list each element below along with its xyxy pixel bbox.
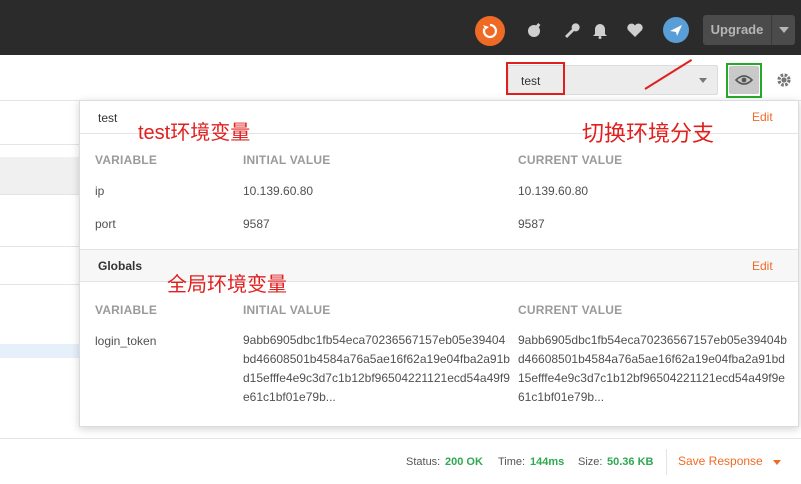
upgrade-label: Upgrade xyxy=(710,22,764,37)
variable-name: login_token xyxy=(95,334,157,348)
satellite-icon[interactable] xyxy=(525,20,545,40)
initial-value: 9abb6905dbc1fb54eca70236567157eb05e39404… xyxy=(243,333,510,404)
size-value: 50.36 KB xyxy=(607,456,654,468)
chevron-down-icon xyxy=(699,78,707,83)
current-value: 10.139.60.80 xyxy=(518,184,589,198)
column-header-initial-value: INITIAL VALUE xyxy=(243,153,331,167)
background-row xyxy=(0,101,80,145)
column-header-initial-value: INITIAL VALUE xyxy=(243,303,331,317)
initial-value: 10.139.60.80 xyxy=(243,184,314,198)
variable-name: ip xyxy=(95,184,105,198)
annotation-globals-label: 全局环境变量 xyxy=(167,274,287,296)
environment-quick-look-popover: test Edit VARIABLE INITIAL VALUE CURRENT… xyxy=(79,100,799,427)
globals-section-title: Globals xyxy=(98,259,143,273)
bell-icon[interactable] xyxy=(590,20,610,40)
size-label: Size: xyxy=(578,456,603,468)
edit-environment-link[interactable]: Edit xyxy=(752,110,773,124)
avatar[interactable] xyxy=(663,17,689,43)
sync-icon[interactable] xyxy=(475,16,505,46)
response-status-bar: Status: 200 OK Time: 144ms Size: 50.36 K… xyxy=(0,438,801,484)
annotation-box-eye xyxy=(726,63,762,98)
column-header-variable: VARIABLE xyxy=(95,303,158,317)
annotation-box-environment xyxy=(506,62,565,95)
save-response-button[interactable]: Save Response xyxy=(678,454,763,468)
environment-section-title: test xyxy=(98,111,118,125)
gear-icon[interactable] xyxy=(771,67,797,93)
divider xyxy=(666,449,667,475)
time-label: Time: xyxy=(498,456,526,468)
annotation-switch-label: 切换环境分支 xyxy=(582,121,715,146)
background-row xyxy=(0,209,80,247)
background-row xyxy=(0,247,80,285)
column-header-variable: VARIABLE xyxy=(95,153,158,167)
upgrade-button[interactable]: Upgrade xyxy=(703,15,795,45)
time-value: 144ms xyxy=(530,456,565,468)
chevron-down-icon[interactable] xyxy=(773,460,781,465)
top-bar: Upgrade xyxy=(0,0,801,55)
column-header-current-value: CURRENT VALUE xyxy=(518,303,623,317)
edit-globals-link[interactable]: Edit xyxy=(752,259,773,273)
variable-name: port xyxy=(95,217,116,231)
annotation-env-label: test环境变量 xyxy=(138,122,251,144)
background-row xyxy=(0,344,80,358)
current-value: 9587 xyxy=(518,217,545,231)
heart-icon[interactable] xyxy=(625,20,645,40)
initial-value: 9587 xyxy=(243,217,270,231)
column-header-current-value: CURRENT VALUE xyxy=(518,153,623,167)
chevron-down-icon[interactable] xyxy=(771,15,795,45)
status-value: 200 OK xyxy=(445,456,483,468)
background-row xyxy=(0,157,80,195)
status-label: Status: xyxy=(406,456,441,468)
current-value: 9abb6905dbc1fb54eca70236567157eb05e39404… xyxy=(518,333,787,404)
wrench-icon[interactable] xyxy=(561,20,581,40)
